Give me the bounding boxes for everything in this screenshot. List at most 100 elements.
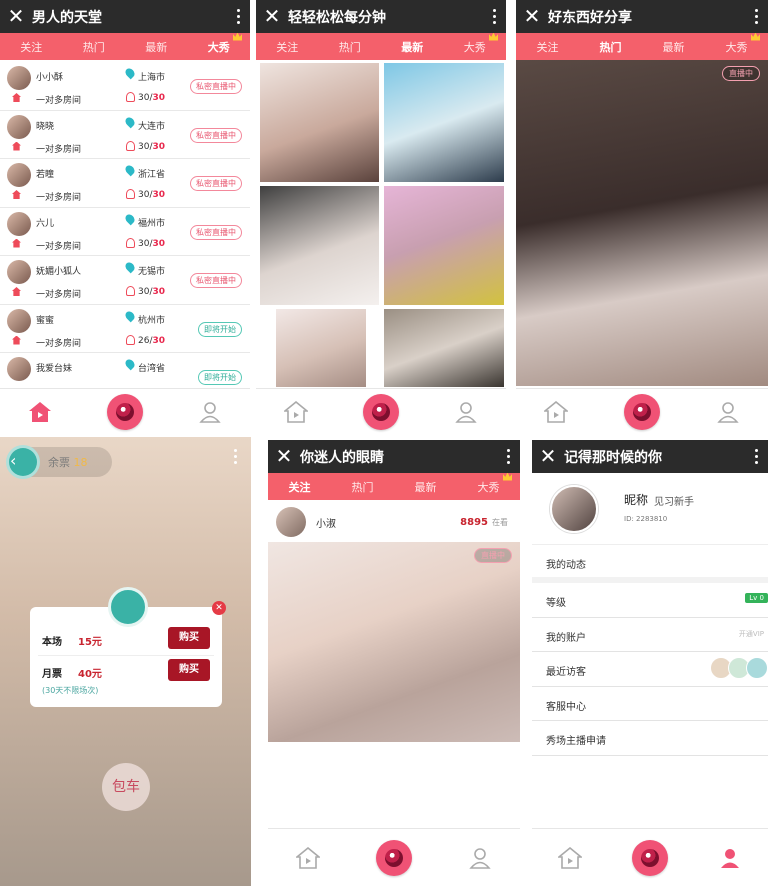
tab-show[interactable]: 大秀 (188, 32, 251, 55)
status-badge[interactable]: 私密直播中 (190, 127, 242, 143)
location-icon (123, 66, 137, 80)
list-item[interactable]: 若瞳 一对多房间 浙江省 30/30 私密直播中 (0, 159, 250, 208)
anchor-thumbnail[interactable] (260, 63, 379, 182)
menu-item-account[interactable]: 我的账户 开通VIP (532, 618, 768, 652)
anchor-name: 若瞳 (36, 170, 55, 180)
featured-photo[interactable]: 直播中 (516, 60, 768, 386)
anchor-thumbnail[interactable] (260, 186, 379, 305)
close-icon[interactable]: ✕ (532, 440, 564, 473)
room-type: 一对多房间 (36, 290, 82, 300)
avatar (7, 260, 31, 284)
tab-follow[interactable]: 关注 (0, 39, 63, 55)
tab-bar: 关注 热门 最新 大秀 (268, 472, 520, 500)
tab-new[interactable]: 最新 (642, 39, 705, 55)
close-icon[interactable]: ✕ (212, 601, 226, 615)
ticket-balance[interactable]: 余票 18 (6, 445, 112, 479)
menu-item-dynamics[interactable]: 我的动态 (532, 545, 768, 583)
tab-hot[interactable]: 热门 (331, 479, 394, 495)
live-camera-button[interactable] (375, 839, 412, 876)
menu-item-level[interactable]: 等级 Lv 0 (532, 583, 768, 618)
room-title: 轻轻松松每分钟 (288, 9, 386, 26)
bottom-nav (0, 388, 250, 434)
room-title: 男人的天堂 (32, 9, 102, 26)
profile-icon[interactable] (467, 847, 493, 869)
person-icon (126, 140, 135, 151)
occupancy: 30/30 (138, 190, 166, 200)
tab-hot[interactable]: 热门 (579, 39, 642, 55)
list-item[interactable]: 小小酥 一对多房间 上海市 30/30 私密直播中 (0, 62, 250, 111)
menu-item-anchor-apply[interactable]: 秀场主播申请 (532, 721, 768, 756)
profile-header[interactable]: 昵称 见习新手 ID: 2283810 (532, 473, 768, 545)
home-icon[interactable] (283, 400, 309, 423)
status-badge[interactable]: 私密直播中 (190, 79, 242, 94)
close-icon[interactable]: ✕ (516, 0, 548, 33)
list-item[interactable]: 晓晓 一对多房间 大连市 30/30 私密直播中 (0, 111, 250, 159)
home-icon[interactable] (557, 846, 583, 869)
tab-hot[interactable]: 热门 (63, 39, 126, 55)
screen-grid: ✕ 轻轻松松每分钟 关注 热门 最新 大秀 (256, 0, 506, 434)
profile-icon[interactable] (717, 847, 743, 869)
anchor-thumbnail[interactable] (384, 309, 504, 387)
tab-follow[interactable]: 关注 (256, 39, 319, 55)
profile-menu: 我的动态 等级 Lv 0 我的账户 开通VIP 最近访客 客服中心 秀场主播申请 (532, 545, 768, 756)
close-icon[interactable]: ✕ (0, 0, 32, 33)
menu-label: 我的动态 (546, 560, 586, 571)
menu-item-visitors[interactable]: 最近访客 (532, 652, 768, 687)
tab-new[interactable]: 最新 (394, 479, 457, 495)
bottom-nav (532, 828, 768, 886)
anchor-thumbnail[interactable] (384, 63, 504, 182)
charter-button[interactable]: 包车 (102, 763, 150, 811)
tab-new[interactable]: 最新 (125, 39, 188, 55)
room-photo[interactable]: 直播中 (268, 542, 520, 742)
list-item[interactable]: 蜜蜜 一对多房间 杭州市 26/30 即将开始 (0, 305, 250, 353)
tab-hot[interactable]: 热门 (319, 39, 382, 55)
more-icon[interactable] (744, 9, 768, 24)
more-icon[interactable] (482, 9, 506, 24)
tab-show[interactable]: 大秀 (457, 472, 520, 495)
profile-icon[interactable] (715, 401, 741, 423)
tab-new[interactable]: 最新 (381, 39, 444, 55)
anchor-thumbnail[interactable] (384, 186, 504, 305)
anchor-row[interactable]: 小淑 8895 在看 (268, 502, 520, 542)
screen-profile: ✕ 记得那时候的你 昵称 见习新手 ID: 2283810 我的动态 等级 Lv … (532, 440, 768, 886)
status-badge[interactable]: 即将开始 (198, 321, 242, 337)
status-badge[interactable]: 私密直播中 (190, 176, 242, 191)
tab-bar: 关注 热门 最新 大秀 (516, 32, 768, 60)
more-icon[interactable] (226, 9, 250, 24)
live-badge: 直播中 (722, 66, 760, 81)
home-icon[interactable] (295, 846, 321, 869)
more-icon[interactable] (496, 449, 520, 464)
more-icon[interactable] (234, 449, 237, 464)
buy-single-button[interactable]: 购买 (168, 627, 210, 649)
tab-follow[interactable]: 关注 (516, 39, 579, 55)
viewer-label: 在看 (492, 517, 508, 527)
avatar[interactable] (550, 485, 598, 533)
list-item[interactable]: 六儿 一对多房间 福州市 30/30 私密直播中 (0, 208, 250, 256)
profile-icon[interactable] (197, 401, 223, 423)
tab-follow[interactable]: 关注 (268, 479, 331, 495)
menu-item-support[interactable]: 客服中心 (532, 687, 768, 721)
tab-show[interactable]: 大秀 (444, 32, 507, 55)
anchor-thumbnail[interactable] (276, 309, 366, 387)
tab-show[interactable]: 大秀 (705, 32, 768, 55)
status-badge[interactable]: 私密直播中 (190, 273, 242, 288)
close-icon[interactable]: ✕ (256, 0, 288, 33)
buy-monthly-button[interactable]: 购买 (168, 659, 210, 681)
back-icon[interactable]: ‹ (10, 451, 16, 470)
live-camera-button[interactable] (107, 393, 143, 430)
profile-icon[interactable] (453, 401, 479, 423)
crown-icon (233, 32, 242, 41)
home-icon[interactable] (27, 401, 53, 423)
list-item[interactable]: 妩媚小狐人 一对多房间 无锡市 30/30 私密直播中 (0, 256, 250, 305)
status-badge[interactable]: 私密直播中 (190, 224, 242, 240)
live-camera-button[interactable] (631, 839, 668, 876)
single-ticket-row: 本场 15元 购买 (42, 627, 210, 655)
city: 大连市 (138, 121, 166, 132)
status-badge[interactable]: 即将开始 (198, 370, 242, 385)
live-camera-button[interactable] (363, 393, 399, 430)
more-icon[interactable] (744, 449, 768, 464)
live-camera-button[interactable] (623, 393, 660, 430)
close-icon[interactable]: ✕ (268, 440, 300, 473)
home-icon[interactable] (543, 400, 569, 423)
ticket-icon (108, 587, 148, 627)
